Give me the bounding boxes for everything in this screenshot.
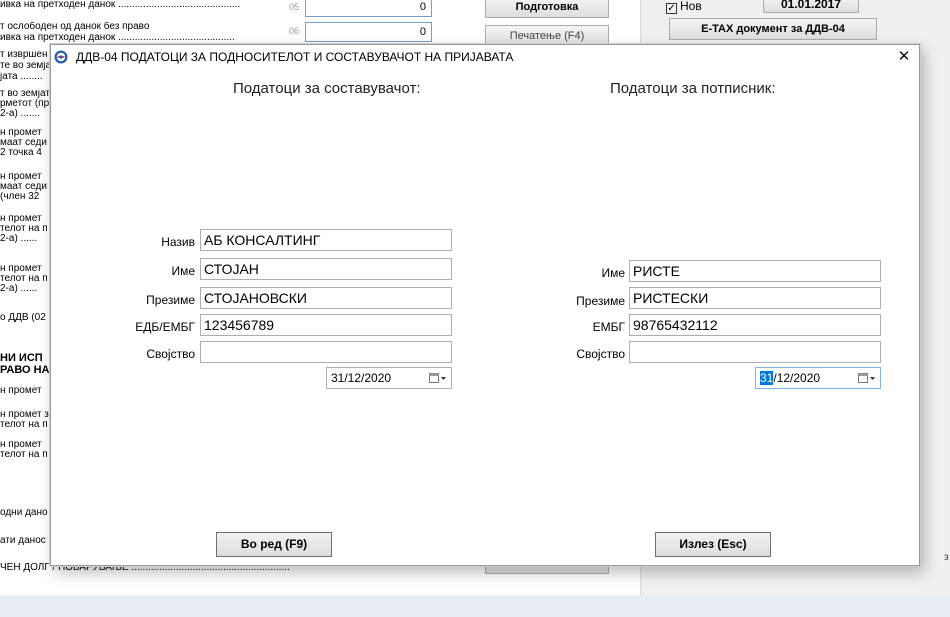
close-icon: ✕ — [897, 48, 911, 65]
naziv-input[interactable] — [200, 229, 452, 251]
composer-prezime-label: Презиме — [146, 293, 195, 307]
bg-row-text: о ДДВ (02 — [0, 313, 46, 323]
bg-row-text: рметот (пр — [0, 99, 50, 109]
bg-row-text: н промет з — [0, 410, 49, 420]
bg-row-text: 2-а) ...... — [0, 234, 38, 244]
composer-heading: Податоци за составувачот: — [233, 80, 421, 97]
bg-row-text: (член 32 — [0, 192, 40, 202]
composer-ime-input[interactable] — [200, 258, 452, 280]
composer-prezime-input[interactable] — [200, 287, 452, 309]
composer-svojstvo-label: Својство — [146, 347, 195, 361]
composer-ime-label: Име — [171, 264, 195, 278]
signer-date-picker[interactable]: 31/12/2020 — [755, 367, 881, 389]
bg-row-text: маат седи — [0, 138, 47, 148]
composer-date-value: 31/12/2020 — [331, 371, 392, 385]
bg-row-text: н промет — [0, 214, 42, 224]
bg-row-text: телот на п — [0, 450, 48, 460]
bg-field-number: 06 — [289, 26, 300, 36]
bg-row-text: 2-а) ...... — [0, 284, 38, 294]
signer-date-rest: /12/2020 — [773, 371, 821, 385]
bg-section-heading: НИ ИСП — [0, 353, 43, 363]
bg-row-text: телот на п — [0, 420, 48, 430]
bg-row-text: н промет — [0, 264, 42, 274]
podgotovka-button[interactable]: Подготовка — [485, 0, 609, 18]
bg-row-text: н промет — [0, 440, 42, 450]
etax-button[interactable]: E-TAX документ за ДДВ-04 — [669, 18, 877, 40]
nov-checkbox[interactable]: ✓ Нов — [666, 0, 702, 14]
composer-date-picker[interactable]: 31/12/2020 — [326, 367, 452, 389]
embg-label: ЕМБГ — [592, 320, 625, 334]
calendar-dropdown-icon[interactable] — [429, 373, 447, 384]
embg-input[interactable] — [629, 314, 881, 336]
edge-text: з — [944, 552, 949, 563]
edb-embg-input[interactable] — [200, 314, 452, 336]
background-bottom-strip — [0, 595, 950, 617]
nov-checkbox-label: Нов — [680, 0, 702, 13]
bg-row-text: 2-а) ....... — [0, 109, 41, 119]
bg-section-heading: РАВО НА — [0, 365, 50, 375]
bg-amount-field[interactable]: 0 — [305, 0, 432, 17]
bg-row-text: н промет — [0, 386, 42, 396]
bg-row-text: т извршен — [0, 50, 48, 60]
bg-row-text: ивка на претходен данок ................… — [0, 33, 235, 43]
signer-date-day-selected: 31 — [760, 371, 774, 385]
bg-row-text: ати данос — [0, 536, 46, 546]
edb-embg-label: ЕДБ/ЕМБГ — [135, 320, 195, 334]
signer-svojstvo-input[interactable] — [629, 341, 881, 363]
bg-row-text: јата ........ — [0, 72, 43, 82]
signer-heading: Податоци за потписник: — [610, 80, 776, 97]
bg-row-text: одни дано — [0, 508, 48, 518]
bg-row-text: маат седи — [0, 182, 47, 192]
signer-ime-input[interactable] — [629, 260, 881, 282]
submitter-info-dialog: ДДВ-04 ПОДАТОЦИ ЗА ПОДНОСИТЕЛОТ И СОСТАВ… — [50, 44, 920, 566]
signer-prezime-input[interactable] — [629, 287, 881, 309]
calendar-dropdown-icon[interactable] — [858, 373, 876, 384]
bg-row-text: 2 точка 4 — [0, 148, 42, 158]
dialog-titlebar[interactable]: ДДВ-04 ПОДАТОЦИ ЗА ПОДНОСИТЕЛОТ И СОСТАВ… — [51, 45, 919, 69]
bg-row-text: ивка на претходен данок ................… — [0, 0, 241, 10]
bg-row-text: н промет — [0, 128, 42, 138]
bg-field-number: 05 — [289, 2, 300, 12]
naziv-label: Назив — [161, 235, 195, 249]
bg-row-text: т ослободен од данок без право — [0, 22, 150, 32]
bg-row-text: те во земја — [0, 61, 52, 71]
checkbox-box[interactable]: ✓ — [666, 3, 677, 14]
dialog-title: ДДВ-04 ПОДАТОЦИ ЗА ПОДНОСИТЕЛОТ И СОСТАВ… — [76, 50, 514, 64]
ok-button[interactable]: Во ред (F9) — [216, 532, 332, 557]
bg-row-text: н промет — [0, 172, 42, 182]
bg-row-text: телот на п — [0, 274, 48, 284]
bg-row-text: телот на п — [0, 224, 48, 234]
close-button[interactable]: ✕ — [889, 45, 919, 69]
bg-row-text: т во земјата — [0, 89, 56, 99]
signer-prezime-label: Презиме — [576, 294, 625, 308]
date-display[interactable]: 01.01.2017 — [763, 0, 859, 13]
app-logo-icon — [54, 50, 68, 64]
signer-ime-label: Име — [601, 266, 625, 280]
bg-amount-field[interactable]: 0 — [305, 22, 432, 42]
exit-button[interactable]: Излез (Esc) — [655, 532, 771, 557]
signer-svojstvo-label: Својство — [576, 347, 625, 361]
composer-svojstvo-input[interactable] — [200, 341, 452, 363]
